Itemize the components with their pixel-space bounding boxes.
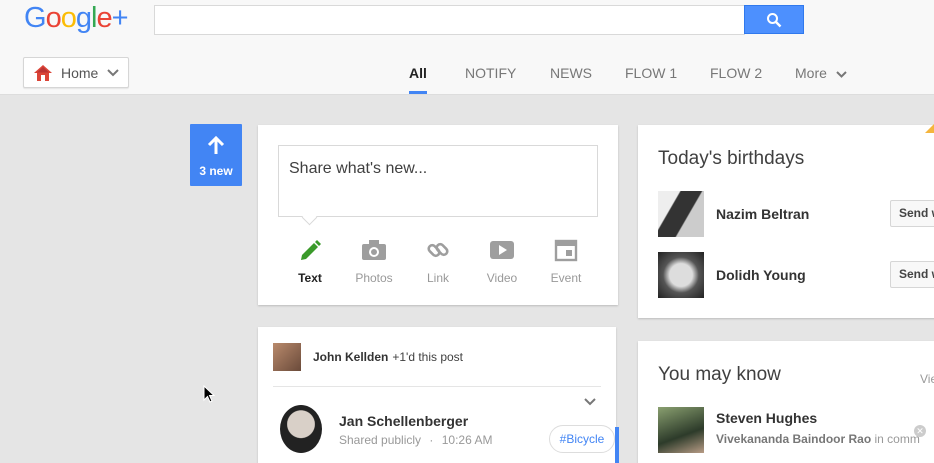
hashtag-chip[interactable]: #Bicycle (549, 425, 615, 453)
search-input[interactable] (154, 5, 745, 35)
share-input[interactable]: Share what's new... (278, 145, 598, 217)
share-box-card: Share what's new... Text Photos Link Vid… (258, 125, 618, 305)
post-meta: Shared publicly · 10:26 AM (339, 433, 492, 447)
you-may-know-card: You may know Vie Steven Hughes Vivekanan… (638, 341, 934, 463)
search-icon (767, 12, 782, 27)
chevron-down-icon (836, 71, 847, 78)
top-header: Google+ Home All NOTIFY NEWS FLOW 1 FLOW… (0, 0, 934, 95)
link-icon (427, 242, 449, 258)
share-option-label: Link (426, 271, 449, 285)
birthdays-title: Today's birthdays (658, 148, 805, 169)
share-option-text[interactable]: Text (278, 235, 342, 285)
corner-ribbon (925, 124, 934, 133)
share-option-event[interactable]: Event (534, 235, 598, 285)
plus-one-text: +1'd this post (392, 350, 464, 364)
mutual-contact-text: in comm (874, 432, 920, 446)
send-wishes-button[interactable]: Send w (890, 200, 934, 227)
meta-separator: · (429, 433, 434, 447)
share-option-label: Photos (355, 271, 393, 285)
birthday-person-name[interactable]: Nazim Beltran (716, 206, 809, 222)
search-button[interactable] (744, 5, 804, 34)
home-label: Home (61, 64, 99, 81)
chevron-down-icon (107, 68, 120, 76)
share-option-label: Text (298, 271, 322, 285)
author-avatar[interactable] (280, 405, 322, 453)
tab-news[interactable]: NEWS (550, 62, 592, 94)
post-card: John Kellden +1'd this post Jan Schellen… (258, 327, 619, 463)
post-author-name[interactable]: Jan Schellenberger (339, 413, 468, 429)
tab-notify[interactable]: NOTIFY (465, 62, 516, 94)
share-option-label: Event (550, 271, 582, 285)
arrow-up-icon (207, 135, 225, 154)
dismiss-suggestion-button[interactable]: ✕ (914, 425, 926, 437)
mouse-cursor-icon (203, 385, 215, 403)
new-posts-count: 3 new (199, 164, 233, 178)
birthday-person-name[interactable]: Dolidh Young (716, 267, 806, 283)
hashtag-accent-bar (615, 427, 619, 463)
birthday-person: Dolidh Young (658, 252, 806, 298)
mutual-contact-name: Vivekananda Baindoor Rao (716, 432, 872, 446)
share-option-photos[interactable]: Photos (342, 235, 406, 285)
new-posts-button[interactable]: 3 new (190, 124, 242, 186)
view-all-link[interactable]: Vie (920, 372, 934, 386)
plus-one-user[interactable]: John Kellden (313, 350, 388, 364)
tab-flow-1[interactable]: FLOW 1 (625, 62, 677, 94)
event-icon (554, 239, 578, 262)
video-icon (490, 241, 514, 259)
camera-icon (362, 240, 386, 260)
avatar[interactable] (658, 191, 704, 237)
tab-all[interactable]: All (409, 62, 427, 94)
post-time[interactable]: 10:26 AM (442, 433, 493, 447)
post-visibility[interactable]: Shared publicly (339, 433, 421, 447)
home-icon (34, 64, 52, 81)
divider (273, 386, 601, 387)
avatar[interactable] (658, 407, 704, 453)
suggested-person-name[interactable]: Steven Hughes (716, 410, 817, 426)
share-option-link[interactable]: Link (406, 235, 470, 285)
birthday-person: Nazim Beltran (658, 191, 809, 237)
close-icon: ✕ (916, 426, 924, 436)
chevron-down-icon[interactable] (584, 398, 596, 406)
suggested-person-mutual: Vivekananda Baindoor Rao in comm (716, 432, 920, 446)
avatar[interactable] (658, 252, 704, 298)
avatar[interactable] (273, 343, 301, 371)
home-menu-button[interactable]: Home (23, 57, 129, 88)
share-option-video[interactable]: Video (470, 235, 534, 285)
google-plus-logo[interactable]: Google+ (24, 2, 129, 35)
share-option-label: Video (486, 271, 518, 285)
birthdays-card: Today's birthdays Nazim Beltran Send w D… (638, 125, 934, 318)
tab-more[interactable]: More (795, 62, 847, 94)
tab-more-label: More (795, 65, 827, 81)
pencil-icon (301, 240, 321, 260)
tab-flow-2[interactable]: FLOW 2 (710, 62, 762, 94)
you-may-know-title: You may know (658, 364, 781, 385)
send-wishes-button[interactable]: Send w (890, 261, 934, 288)
plus-one-notice: John Kellden +1'd this post (273, 343, 463, 371)
